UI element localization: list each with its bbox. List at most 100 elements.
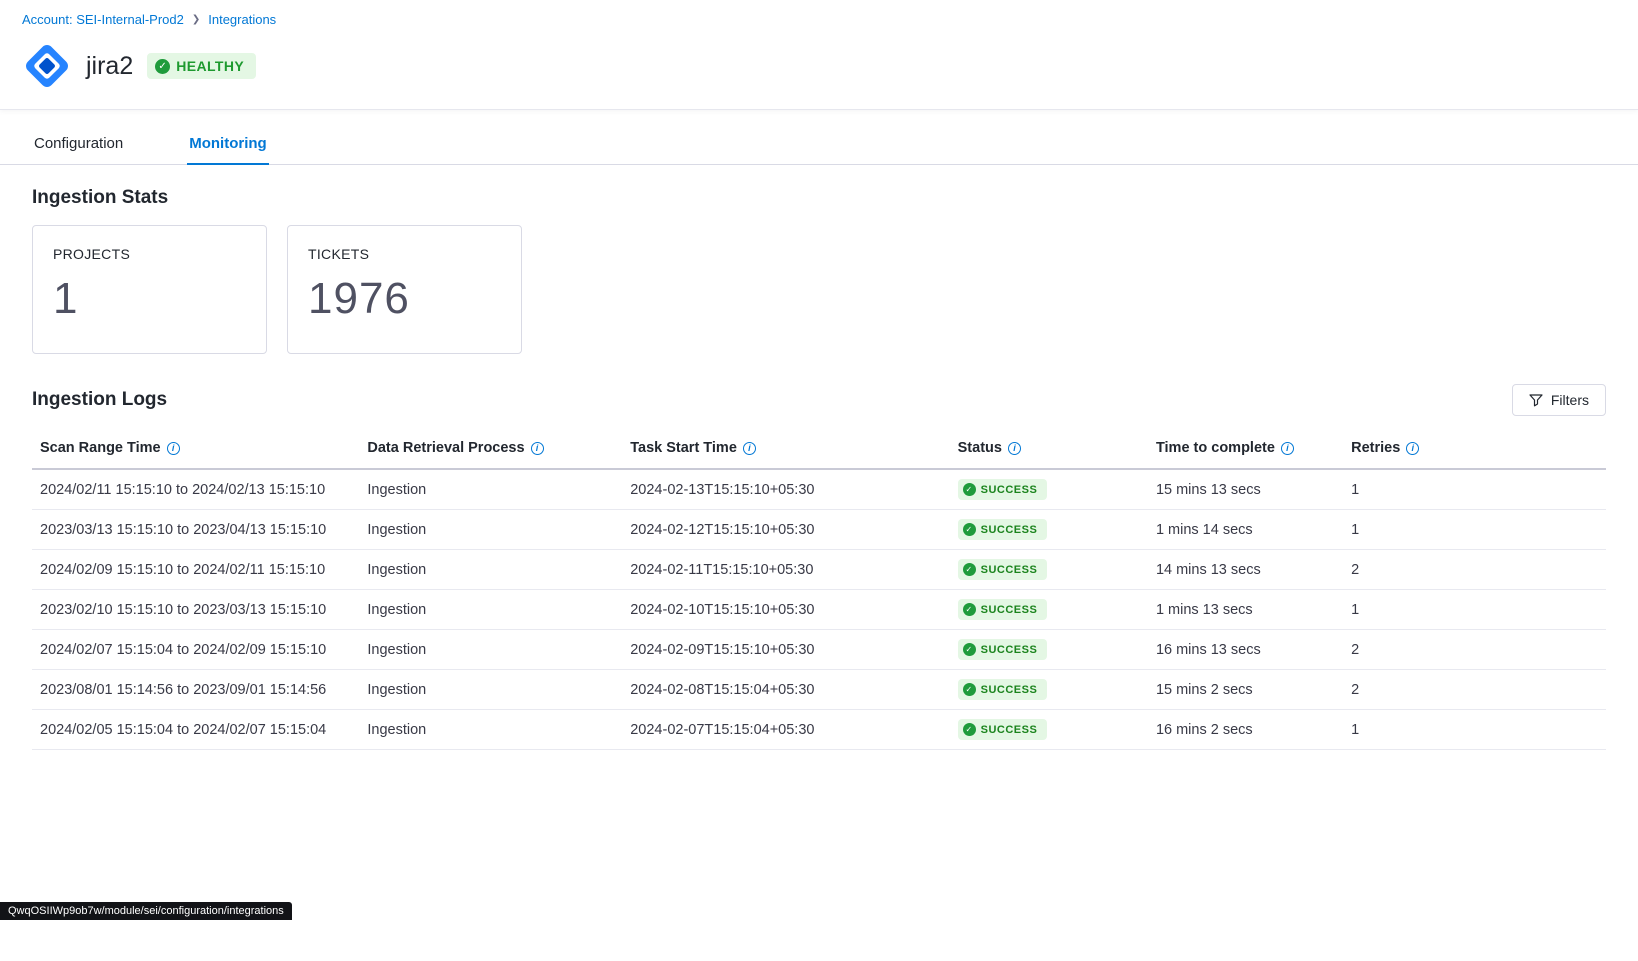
status-badge: SUCCESS: [958, 679, 1048, 700]
table-row: 2024/02/07 15:15:04 to 2024/02/09 15:15:…: [32, 630, 1606, 670]
breadcrumb: Account: SEI-Internal-Prod2 Integrations: [22, 12, 1616, 27]
tab-bar: Configuration Monitoring: [0, 120, 1638, 165]
cell-status: SUCCESS: [950, 469, 1148, 510]
cell-task-start-time: 2024-02-08T15:15:04+05:30: [622, 670, 949, 710]
status-badge: SUCCESS: [958, 559, 1048, 580]
status-badge-label: SUCCESS: [981, 564, 1038, 576]
column-header-status: Status: [950, 428, 1148, 469]
cell-task-start-time: 2024-02-12T15:15:10+05:30: [622, 510, 949, 550]
info-icon[interactable]: [531, 442, 544, 455]
status-badge-label: SUCCESS: [981, 644, 1038, 656]
cell-scan-range-time: 2023/02/10 15:15:10 to 2023/03/13 15:15:…: [32, 590, 359, 630]
info-icon[interactable]: [743, 442, 756, 455]
status-badge-label: SUCCESS: [981, 524, 1038, 536]
cell-scan-range-time: 2024/02/07 15:15:04 to 2024/02/09 15:15:…: [32, 630, 359, 670]
stat-card-tickets: TICKETS 1976: [287, 225, 522, 354]
table-row: 2024/02/05 15:15:04 to 2024/02/07 15:15:…: [32, 710, 1606, 750]
info-icon[interactable]: [167, 442, 180, 455]
table-row: 2024/02/11 15:15:10 to 2024/02/13 15:15:…: [32, 469, 1606, 510]
cell-scan-range-time: 2023/03/13 15:15:10 to 2023/04/13 15:15:…: [32, 510, 359, 550]
check-circle-icon: [963, 523, 976, 536]
stat-card-value: 1: [53, 274, 246, 324]
cell-retries: 2: [1343, 630, 1606, 670]
filters-button-label: Filters: [1551, 392, 1589, 408]
check-circle-icon: [963, 563, 976, 576]
cell-retries: 1: [1343, 710, 1606, 750]
check-circle-icon: [963, 683, 976, 696]
cell-scan-range-time: 2024/02/11 15:15:10 to 2024/02/13 15:15:…: [32, 469, 359, 510]
column-label: Time to complete: [1156, 440, 1275, 456]
info-icon[interactable]: [1008, 442, 1021, 455]
breadcrumb-link-integrations[interactable]: Integrations: [208, 12, 276, 27]
cell-task-start-time: 2024-02-11T15:15:10+05:30: [622, 550, 949, 590]
tab-configuration[interactable]: Configuration: [32, 120, 125, 165]
cell-data-retrieval-process: Ingestion: [359, 630, 622, 670]
status-badge: SUCCESS: [958, 479, 1048, 500]
breadcrumb-link-account[interactable]: Account: SEI-Internal-Prod2: [22, 12, 184, 27]
cell-time-to-complete: 1 mins 13 secs: [1148, 590, 1343, 630]
cell-task-start-time: 2024-02-10T15:15:10+05:30: [622, 590, 949, 630]
cell-data-retrieval-process: Ingestion: [359, 710, 622, 750]
cell-status: SUCCESS: [950, 550, 1148, 590]
info-icon[interactable]: [1406, 442, 1419, 455]
column-label: Task Start Time: [630, 440, 737, 456]
ingestion-logs-table: Scan Range Time Data Retrieval Process T…: [32, 428, 1606, 750]
check-circle-icon: [963, 723, 976, 736]
table-row: 2023/02/10 15:15:10 to 2023/03/13 15:15:…: [32, 590, 1606, 630]
cell-time-to-complete: 16 mins 2 secs: [1148, 710, 1343, 750]
statusbar-url: QwqOSIIWp9ob7w/module/sei/configuration/…: [0, 902, 292, 920]
logs-header: Ingestion Logs Filters: [32, 384, 1606, 416]
cell-task-start-time: 2024-02-13T15:15:10+05:30: [622, 469, 949, 510]
cell-data-retrieval-process: Ingestion: [359, 510, 622, 550]
column-label: Scan Range Time: [40, 440, 161, 456]
status-badge: SUCCESS: [958, 639, 1048, 660]
health-badge-label: HEALTHY: [176, 58, 244, 74]
table-row: 2024/02/09 15:15:10 to 2024/02/11 15:15:…: [32, 550, 1606, 590]
cell-status: SUCCESS: [950, 670, 1148, 710]
cell-status: SUCCESS: [950, 710, 1148, 750]
stat-card-label: TICKETS: [308, 246, 501, 262]
health-badge: HEALTHY: [147, 53, 256, 79]
status-badge: SUCCESS: [958, 599, 1048, 620]
cell-scan-range-time: 2023/08/01 15:14:56 to 2023/09/01 15:14:…: [32, 670, 359, 710]
cell-time-to-complete: 14 mins 13 secs: [1148, 550, 1343, 590]
chevron-right-icon: [192, 15, 200, 25]
stat-card-projects: PROJECTS 1: [32, 225, 267, 354]
cell-time-to-complete: 15 mins 2 secs: [1148, 670, 1343, 710]
cell-data-retrieval-process: Ingestion: [359, 670, 622, 710]
cell-data-retrieval-process: Ingestion: [359, 550, 622, 590]
cell-task-start-time: 2024-02-09T15:15:10+05:30: [622, 630, 949, 670]
cell-time-to-complete: 15 mins 13 secs: [1148, 469, 1343, 510]
cell-scan-range-time: 2024/02/05 15:15:04 to 2024/02/07 15:15:…: [32, 710, 359, 750]
logs-table-body: 2024/02/11 15:15:10 to 2024/02/13 15:15:…: [32, 469, 1606, 750]
cell-status: SUCCESS: [950, 630, 1148, 670]
cell-retries: 2: [1343, 550, 1606, 590]
check-circle-icon: [963, 483, 976, 496]
info-icon[interactable]: [1281, 442, 1294, 455]
section-title-ingestion-logs: Ingestion Logs: [32, 389, 167, 411]
cell-scan-range-time: 2024/02/09 15:15:10 to 2024/02/11 15:15:…: [32, 550, 359, 590]
tab-monitoring[interactable]: Monitoring: [187, 120, 268, 165]
cell-data-retrieval-process: Ingestion: [359, 590, 622, 630]
cell-retries: 2: [1343, 670, 1606, 710]
filters-button[interactable]: Filters: [1512, 384, 1606, 416]
column-header-data-retrieval-process: Data Retrieval Process: [359, 428, 622, 469]
cell-status: SUCCESS: [950, 590, 1148, 630]
logs-table-header: Scan Range Time Data Retrieval Process T…: [32, 428, 1606, 469]
column-header-scan-range-time: Scan Range Time: [32, 428, 359, 469]
column-label: Data Retrieval Process: [367, 440, 524, 456]
check-circle-icon: [963, 643, 976, 656]
table-row: 2023/08/01 15:14:56 to 2023/09/01 15:14:…: [32, 670, 1606, 710]
column-label: Retries: [1351, 440, 1400, 456]
title-row: jira2 HEALTHY: [22, 41, 1616, 91]
status-badge-label: SUCCESS: [981, 724, 1038, 736]
cell-retries: 1: [1343, 469, 1606, 510]
column-header-retries: Retries: [1343, 428, 1606, 469]
column-header-time-to-complete: Time to complete: [1148, 428, 1343, 469]
check-circle-icon: [963, 603, 976, 616]
stat-card-value: 1976: [308, 274, 501, 324]
table-row: 2023/03/13 15:15:10 to 2023/04/13 15:15:…: [32, 510, 1606, 550]
cell-data-retrieval-process: Ingestion: [359, 469, 622, 510]
main-content: Ingestion Stats PROJECTS 1 TICKETS 1976 …: [0, 187, 1638, 750]
stat-card-label: PROJECTS: [53, 246, 246, 262]
